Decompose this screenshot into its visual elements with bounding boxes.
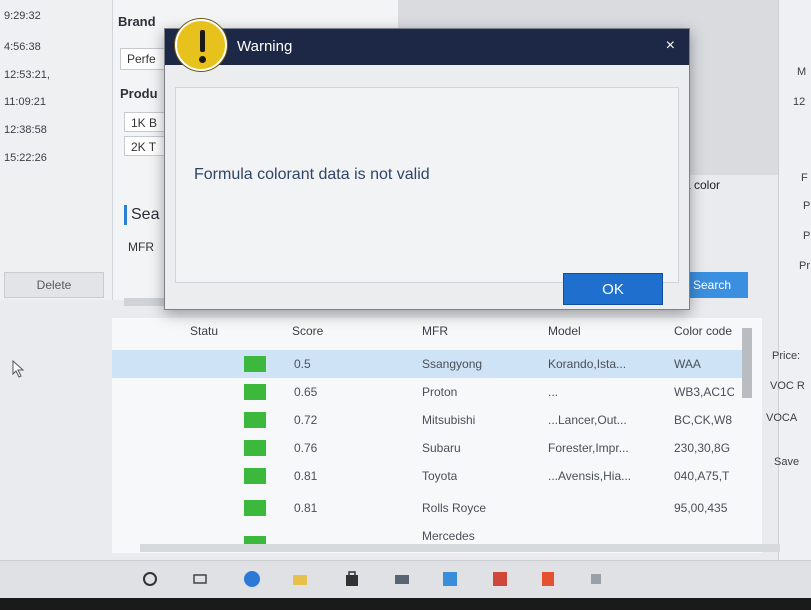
column-header[interactable]: MFR: [422, 324, 448, 338]
model-cell: ...: [548, 385, 559, 399]
mfr-cell: Proton: [422, 385, 458, 399]
app-blue-icon[interactable]: [440, 569, 460, 589]
table-row[interactable]: 0.76 Subaru Forester,Impr... 230,30,8G: [112, 434, 742, 462]
dialog-title: Warning: [237, 38, 293, 55]
history-time[interactable]: 12:38:58: [4, 124, 47, 136]
close-icon[interactable]: ×: [666, 37, 675, 55]
color-code-cell: 230,30,8G: [674, 441, 731, 455]
score-cell: 0.5: [294, 357, 311, 371]
mfr-cell: Toyota: [422, 469, 458, 483]
mfr-cell: Subaru: [422, 441, 461, 455]
mfr-cell: Rolls Royce: [422, 501, 487, 515]
history-time[interactable]: 12:53:21,: [4, 69, 50, 81]
details-item: P: [803, 200, 811, 212]
details-item: F: [801, 172, 808, 184]
office-icon[interactable]: [538, 569, 558, 589]
score-cell: 0.76: [294, 441, 318, 455]
folder-icon[interactable]: [290, 569, 310, 589]
model-cell: Forester,Impr...: [548, 441, 629, 455]
start-circle-icon[interactable]: [140, 569, 160, 589]
history-time[interactable]: 11:09:21: [4, 96, 46, 108]
warning-dialog: Warning × Formula colorant data is not v…: [164, 19, 690, 310]
color-code-cell: 95,00,435: [674, 501, 728, 515]
edge-browser-icon[interactable]: [242, 569, 262, 589]
table-row[interactable]: 0.5 Ssangyong Korando,Ista... WAA: [112, 350, 742, 378]
status-indicator: [244, 440, 266, 456]
column-header[interactable]: Model: [548, 324, 581, 338]
app-screen: 9:29:32 4:56:38 12:53:21, 11:09:21 12:38…: [0, 0, 811, 598]
table-horizontal-scrollbar[interactable]: [140, 544, 780, 552]
color-code-cell: 040,A75,T: [674, 469, 730, 483]
column-header[interactable]: Color code: [674, 324, 732, 338]
mfr-cell: Ssangyong: [422, 357, 483, 371]
table-row[interactable]: 0.72 Mitsubishi ...Lancer,Out... BC,CK,W…: [112, 406, 742, 434]
mfr-cell: Mitsubishi: [422, 413, 476, 427]
app-gray-icon[interactable]: [586, 569, 606, 589]
voc-a-label: VOCA: [766, 412, 798, 424]
mfr-cell: Mercedes: [422, 529, 475, 543]
model-cell: Korando,Ista...: [548, 357, 627, 371]
warning-icon: [175, 19, 227, 71]
column-header[interactable]: Statu: [190, 324, 218, 338]
task-view-icon[interactable]: [190, 569, 210, 589]
model-cell: ...Avensis,Hia...: [548, 469, 632, 483]
product-label: Produ: [120, 86, 158, 101]
history-list: 9:29:32 4:56:38 12:53:21, 11:09:21 12:38…: [0, 0, 112, 300]
history-time[interactable]: 9:29:32: [4, 10, 41, 22]
score-cell: 0.81: [294, 469, 318, 483]
dialog-body: Formula colorant data is not valid: [175, 87, 679, 283]
table-row[interactable]: 0.65 Proton ... WB3,AC1C: [112, 378, 742, 406]
model-cell: ...Lancer,Out...: [548, 413, 627, 427]
dialog-message: Formula colorant data is not valid: [194, 166, 430, 183]
column-header[interactable]: Score: [292, 324, 323, 338]
color-code-cell: BC,CK,W8: [674, 413, 733, 427]
details-item: Pr: [799, 260, 810, 272]
ok-button[interactable]: OK: [563, 273, 663, 305]
brand-label: Brand: [118, 14, 156, 29]
details-pane: M 12 F P P Pr: [778, 0, 811, 598]
score-cell: 0.81: [294, 501, 318, 515]
mouse-cursor-icon: [12, 360, 25, 378]
section-accent: [124, 205, 127, 225]
app-red-icon[interactable]: [490, 569, 510, 589]
mfr-label: MFR: [128, 240, 154, 254]
score-cell: 0.65: [294, 385, 318, 399]
store-bag-icon[interactable]: [342, 569, 362, 589]
color-code-cell: WB3,AC1C: [674, 385, 734, 399]
color-code-cell: WAA: [674, 357, 701, 371]
status-indicator: [244, 500, 266, 516]
status-indicator: [244, 356, 266, 372]
formula-table: Statu Score MFR Model Color code 0.5 Ssa…: [112, 318, 762, 553]
save-label[interactable]: Save: [774, 456, 799, 468]
taskbar: [0, 560, 811, 598]
history-time[interactable]: 15:22:26: [4, 152, 47, 164]
score-cell: 0.72: [294, 413, 318, 427]
table-header: Statu Score MFR Model Color code: [112, 324, 762, 344]
delete-button[interactable]: Delete: [4, 272, 104, 298]
history-time[interactable]: 4:56:38: [4, 41, 41, 53]
vertical-scrollbar[interactable]: [742, 328, 752, 398]
price-label: Price:: [772, 350, 801, 362]
details-item: M: [797, 66, 807, 78]
status-indicator: [244, 412, 266, 428]
status-indicator: [244, 384, 266, 400]
table-row[interactable]: 0.81 Rolls Royce 95,00,435: [112, 494, 742, 522]
details-item: 12: [793, 96, 806, 108]
status-indicator: [244, 536, 266, 544]
search-section-label: Sea: [131, 206, 160, 223]
mail-icon[interactable]: [392, 569, 412, 589]
voc-r-label: VOC R: [770, 380, 805, 392]
table-row[interactable]: 0.81 Toyota ...Avensis,Hia... 040,A75,T: [112, 462, 742, 490]
details-item: P: [803, 230, 811, 242]
status-indicator: [244, 468, 266, 484]
dialog-titlebar: Warning ×: [165, 29, 689, 65]
